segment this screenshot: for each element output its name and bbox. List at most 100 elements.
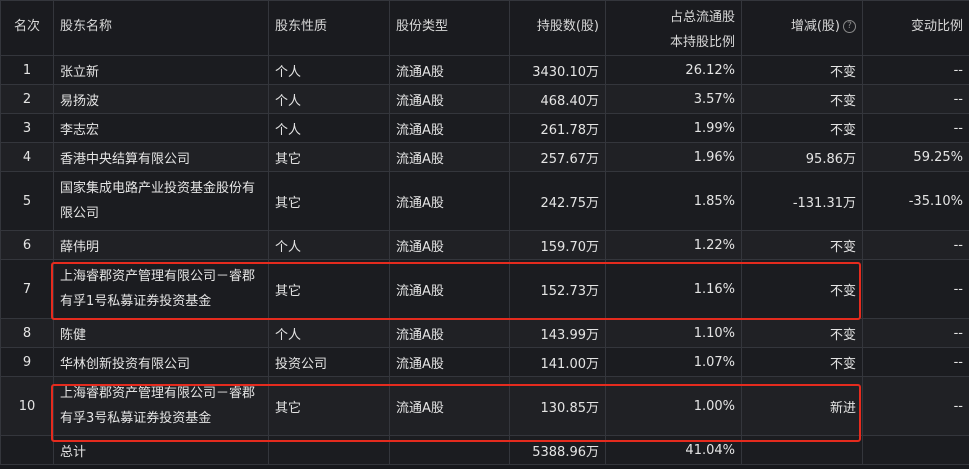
header-float-ratio-line1: 占总流通股	[669, 10, 735, 25]
cell-rank: 9	[0, 347, 54, 377]
cell-change-ratio: --	[862, 55, 969, 85]
cell-ratio: 3.57%	[605, 84, 742, 114]
cell-change-ratio: -35.10%	[862, 171, 969, 231]
cell-shares: 242.75万	[509, 171, 606, 231]
cell-change-ratio: --	[862, 347, 969, 377]
header-rank: 名次	[0, 0, 54, 56]
cell-shares: 3430.10万	[509, 55, 606, 85]
cell-change: 不变	[741, 347, 863, 377]
cell-empty	[389, 435, 510, 465]
table-row: 3 李志宏 个人 流通A股 261.78万 1.99% 不变 --	[0, 113, 969, 143]
cell-shareholder-name: 香港中央结算有限公司	[53, 142, 269, 172]
cell-shares: 152.73万	[509, 259, 606, 319]
header-share-type: 股份类型	[389, 0, 510, 56]
cell-shareholder-name: 易扬波	[53, 84, 269, 114]
cell-shareholder-name: 薛伟明	[53, 230, 269, 260]
help-icon[interactable]: ?	[843, 20, 856, 33]
header-change-label: 增减(股)	[790, 19, 840, 34]
cell-shareholder-name: 上海睿郡资产管理有限公司－睿郡有孚3号私募证券投资基金	[53, 376, 269, 436]
cell-share-type: 流通A股	[389, 171, 510, 231]
cell-ratio: 1.99%	[605, 113, 742, 143]
header-shareholder-name: 股东名称	[53, 0, 269, 56]
total-row: 总计 5388.96万 41.04%	[0, 435, 969, 465]
cell-rank: 10	[0, 376, 54, 436]
cell-empty	[862, 435, 969, 465]
cell-shareholder-name: 国家集成电路产业投资基金股份有限公司	[53, 171, 269, 231]
total-shares: 5388.96万	[509, 435, 606, 465]
cell-share-type: 流通A股	[389, 318, 510, 348]
header-shares-held: 持股数(股)	[509, 0, 606, 56]
header-shareholder-nature: 股东性质	[268, 0, 390, 56]
cell-share-type: 流通A股	[389, 347, 510, 377]
cell-shares: 261.78万	[509, 113, 606, 143]
cell-shares: 130.85万	[509, 376, 606, 436]
cell-change: 不变	[741, 318, 863, 348]
cell-share-type: 流通A股	[389, 113, 510, 143]
cell-nature: 其它	[268, 171, 390, 231]
cell-share-type: 流通A股	[389, 259, 510, 319]
header-change: 增减(股)?	[741, 0, 863, 56]
cell-shares: 468.40万	[509, 84, 606, 114]
cell-ratio: 1.07%	[605, 347, 742, 377]
cell-rank: 5	[0, 171, 54, 231]
cell-ratio: 1.96%	[605, 142, 742, 172]
cell-rank: 8	[0, 318, 54, 348]
header-float-ratio-line2: 本持股比例	[669, 35, 735, 50]
cell-change-ratio: --	[862, 113, 969, 143]
cell-empty	[741, 435, 863, 465]
table-row: 1 张立新 个人 流通A股 3430.10万 26.12% 不变 --	[0, 55, 969, 85]
total-ratio: 41.04%	[605, 435, 742, 465]
shareholders-table: 名次 股东名称 股东性质 股份类型 持股数(股) 占总流通股 本持股比例 增减(…	[0, 0, 969, 465]
cell-change-ratio: --	[862, 230, 969, 260]
cell-change-ratio: --	[862, 318, 969, 348]
cell-share-type: 流通A股	[389, 142, 510, 172]
cell-rank: 4	[0, 142, 54, 172]
cell-change: 不变	[741, 84, 863, 114]
cell-change: 95.86万	[741, 142, 863, 172]
cell-change-ratio: --	[862, 376, 969, 436]
table-row: 10 上海睿郡资产管理有限公司－睿郡有孚3号私募证券投资基金 其它 流通A股 1…	[0, 376, 969, 436]
cell-rank: 1	[0, 55, 54, 85]
cell-nature: 其它	[268, 376, 390, 436]
cell-change: 不变	[741, 230, 863, 260]
cell-change: -131.31万	[741, 171, 863, 231]
header-float-ratio: 占总流通股 本持股比例	[605, 0, 742, 56]
cell-nature: 个人	[268, 84, 390, 114]
cell-shares: 143.99万	[509, 318, 606, 348]
cell-change-ratio: --	[862, 259, 969, 319]
cell-change-ratio: 59.25%	[862, 142, 969, 172]
cell-ratio: 1.85%	[605, 171, 742, 231]
cell-ratio: 1.16%	[605, 259, 742, 319]
cell-nature: 其它	[268, 259, 390, 319]
cell-share-type: 流通A股	[389, 376, 510, 436]
cell-nature: 个人	[268, 318, 390, 348]
cell-share-type: 流通A股	[389, 230, 510, 260]
cell-nature: 个人	[268, 113, 390, 143]
cell-shareholder-name: 陈健	[53, 318, 269, 348]
cell-change: 不变	[741, 113, 863, 143]
cell-change-ratio: --	[862, 84, 969, 114]
table-row: 6 薛伟明 个人 流通A股 159.70万 1.22% 不变 --	[0, 230, 969, 260]
table-row: 4 香港中央结算有限公司 其它 流通A股 257.67万 1.96% 95.86…	[0, 142, 969, 172]
cell-change: 新进	[741, 376, 863, 436]
cell-shareholder-name: 张立新	[53, 55, 269, 85]
cell-shareholder-name: 李志宏	[53, 113, 269, 143]
cell-ratio: 1.10%	[605, 318, 742, 348]
table-row: 2 易扬波 个人 流通A股 468.40万 3.57% 不变 --	[0, 84, 969, 114]
cell-share-type: 流通A股	[389, 55, 510, 85]
cell-empty	[268, 435, 390, 465]
cell-shareholder-name: 华林创新投资有限公司	[53, 347, 269, 377]
cell-shareholder-name: 上海睿郡资产管理有限公司－睿郡有孚1号私募证券投资基金	[53, 259, 269, 319]
cell-nature: 投资公司	[268, 347, 390, 377]
cell-rank: 3	[0, 113, 54, 143]
cell-ratio: 1.22%	[605, 230, 742, 260]
header-change-ratio: 变动比例	[862, 0, 969, 56]
cell-rank: 7	[0, 259, 54, 319]
cell-ratio: 1.00%	[605, 376, 742, 436]
total-label: 总计	[53, 435, 269, 465]
table-row: 9 华林创新投资有限公司 投资公司 流通A股 141.00万 1.07% 不变 …	[0, 347, 969, 377]
cell-ratio: 26.12%	[605, 55, 742, 85]
table-header-row: 名次 股东名称 股东性质 股份类型 持股数(股) 占总流通股 本持股比例 增减(…	[0, 0, 969, 56]
cell-nature: 其它	[268, 142, 390, 172]
cell-shares: 141.00万	[509, 347, 606, 377]
